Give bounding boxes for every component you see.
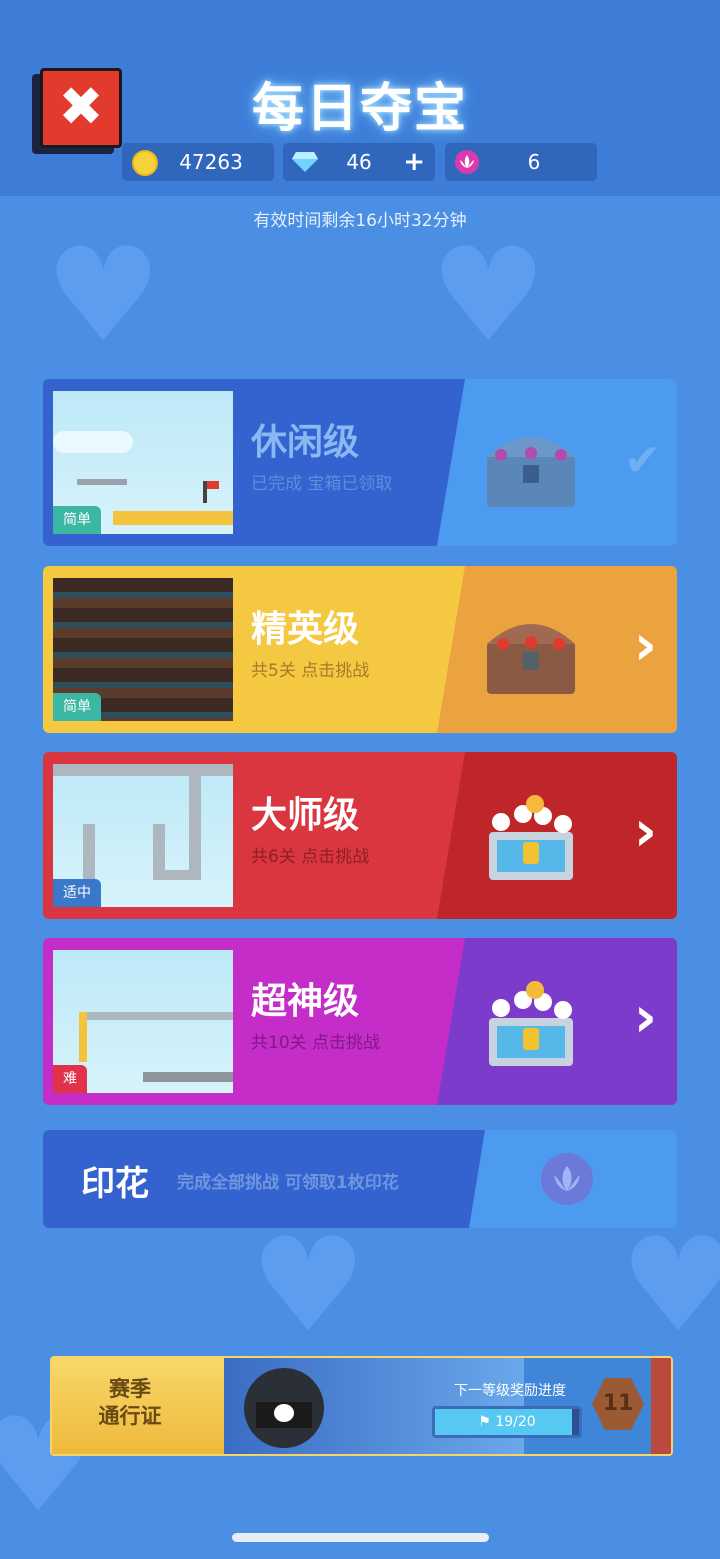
level-thumbnail: 难 <box>53 950 233 1093</box>
treasure-chest-icon <box>489 981 573 1066</box>
chevron-right-icon: › <box>633 613 657 678</box>
heart-icon: ♥ <box>620 1209 720 1361</box>
page-title: 每日夺宝 <box>251 79 468 139</box>
season-pass-label-bg: 赛季 通行证 <box>52 1358 224 1454</box>
difficulty-tag: 简单 <box>53 693 101 721</box>
reward-area: › <box>437 752 677 919</box>
chevron-right-icon: › <box>633 985 657 1050</box>
stamp-value: 6 <box>527 150 541 174</box>
treasure-chest-icon <box>487 437 575 507</box>
diamond-icon <box>292 152 318 172</box>
level-card-master[interactable]: 适中 大师级 共6关 点击挑战 › <box>43 752 677 919</box>
progress-bar: ⚑ 19/20 <box>432 1406 582 1438</box>
flag-icon: ⚑ <box>478 1414 496 1430</box>
reward-area: › <box>437 938 677 1105</box>
stamp-description: 完成全部挑战 可领取1枚印花 <box>177 1173 399 1193</box>
stamp-reward-row[interactable]: 印花 完成全部挑战 可领取1枚印花 <box>43 1130 677 1228</box>
heart-icon: ♥ <box>250 1209 367 1361</box>
stamp-counter: 6 <box>445 143 597 181</box>
level-name: 大师级 <box>251 795 360 836</box>
level-badge: 11 <box>592 1378 644 1430</box>
level-card-casual[interactable]: 简单 休闲级 已完成 宝箱已领取 ✔ <box>43 379 677 546</box>
reward-area: › <box>437 566 677 733</box>
coin-counter: 47263 <box>122 143 274 181</box>
level-thumbnail: 适中 <box>53 764 233 907</box>
lotus-stamp-icon <box>455 150 479 174</box>
season-pass-label: 赛季 通行证 <box>98 1377 162 1428</box>
gem-counter: 46 + <box>283 143 435 181</box>
level-thumbnail: 简单 <box>53 391 233 534</box>
stamp-title: 印花 <box>81 1164 149 1204</box>
difficulty-tag: 简单 <box>53 506 101 534</box>
level-name: 休闲级 <box>251 422 360 463</box>
coin-value: 47263 <box>179 150 243 174</box>
add-gems-button[interactable]: + <box>403 143 425 181</box>
close-button[interactable]: ✖ <box>40 68 122 148</box>
treasure-chest-icon <box>489 795 573 880</box>
level-status: 共10关 点击挑战 <box>251 1033 381 1053</box>
chevron-right-icon: › <box>633 799 657 864</box>
difficulty-tag: 难 <box>53 1065 87 1093</box>
level-name: 超神级 <box>251 981 360 1022</box>
level-status: 已完成 宝箱已领取 <box>251 474 393 494</box>
season-pass-banner[interactable]: 赛季 通行证 下一等级奖励进度 ⚑ 19/20 11 <box>50 1356 673 1456</box>
coin-icon <box>132 150 158 176</box>
progress-text: ⚑ 19/20 <box>478 1414 536 1430</box>
gem-value: 46 <box>346 150 372 174</box>
level-status: 共5关 点击挑战 <box>251 661 370 681</box>
reward-area: ✔ <box>437 379 677 546</box>
time-remaining: 有效时间剩余16小时32分钟 <box>253 211 467 231</box>
lotus-stamp-icon <box>541 1153 593 1205</box>
progress-label: 下一等级奖励进度 <box>454 1383 566 1399</box>
close-icon: ✖ <box>58 75 104 138</box>
header-bar: ✖ 每日夺宝 47263 46 + 6 <box>0 0 720 196</box>
treasure-chest-icon <box>487 624 575 694</box>
level-badge-number: 11 <box>602 1391 634 1416</box>
heart-icon: ♥ <box>45 219 162 371</box>
home-indicator[interactable] <box>232 1533 489 1542</box>
character-art <box>244 1368 324 1448</box>
level-card-elite[interactable]: 简单 精英级 共5关 点击挑战 › <box>43 566 677 733</box>
level-card-god[interactable]: 难 超神级 共10关 点击挑战 › <box>43 938 677 1105</box>
heart-icon: ♥ <box>430 219 547 371</box>
level-status: 共6关 点击挑战 <box>251 847 370 867</box>
level-name: 精英级 <box>251 609 360 650</box>
banner-edge-art <box>651 1358 671 1454</box>
check-icon: ✔ <box>624 435 661 486</box>
difficulty-tag: 适中 <box>53 879 101 907</box>
level-thumbnail: 简单 <box>53 578 233 721</box>
